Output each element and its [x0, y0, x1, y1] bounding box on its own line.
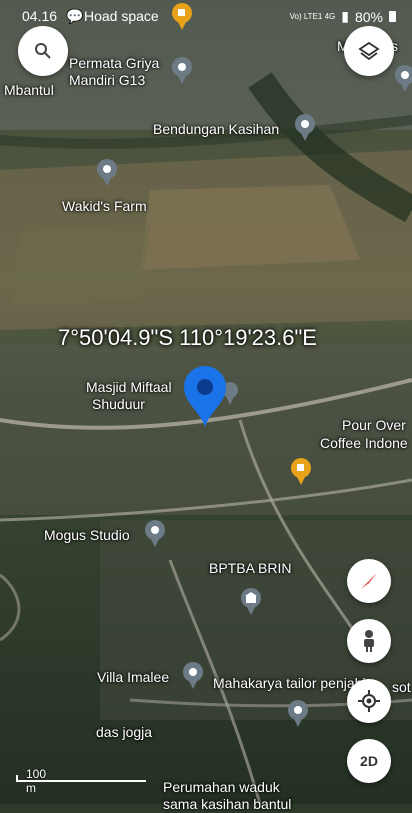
network-indicator: Vo) LTE1 4G: [289, 11, 336, 21]
layers-icon: [358, 41, 380, 61]
view-mode-label: 2D: [360, 753, 378, 769]
place-label-bptba-brin[interactable]: BPTBA BRIN: [209, 560, 291, 576]
chat-icon: 💬: [66, 8, 84, 24]
place-label-permata-line1: Permata Griya: [69, 55, 160, 71]
location-pin-icon[interactable]: [96, 158, 118, 186]
layers-button[interactable]: [344, 26, 394, 76]
status-time: 04.16: [22, 8, 58, 24]
compass-icon: [361, 573, 377, 589]
place-label-perumahan[interactable]: Perumahan waduk sama kasihan bantul: [163, 779, 291, 813]
battery-icon: [389, 11, 396, 22]
place-label-das-jogja[interactable]: das jogja: [96, 724, 152, 740]
place-label-masjid-line1: Masjid Miftaal: [86, 379, 172, 395]
signal-icon: ▮: [341, 8, 349, 24]
place-label-pour-over[interactable]: Pour Over Coffee Indone: [320, 416, 408, 452]
coffee-pin-icon[interactable]: [171, 2, 193, 30]
place-label-perumahan-line2: sama kasihan bantul: [163, 796, 292, 812]
street-view-icon: [364, 630, 374, 652]
location-pin-icon[interactable]: [182, 661, 204, 689]
status-bar: 04.16 💬 Hoad space Vo) LTE1 4G ▮ 80%: [0, 0, 412, 32]
my-location-icon: [358, 690, 380, 712]
place-label-mahakarya[interactable]: Mahakarya tailor penjahi: [213, 675, 366, 691]
coordinates-readout: 7°50'04.9"S 110°19'23.6"E: [58, 325, 317, 350]
place-label-mbantul[interactable]: Mbantul: [4, 82, 54, 98]
place-label-permata-line2: Mandiri G13: [69, 72, 146, 88]
place-label-sot[interactable]: sot: [392, 679, 411, 695]
selected-location-pin-icon[interactable]: [180, 363, 230, 429]
place-label-masjid[interactable]: Masjid Miftaal Shuduur: [86, 379, 172, 413]
view-mode-button[interactable]: 2D: [347, 739, 391, 783]
location-pin-icon[interactable]: [287, 699, 309, 727]
place-label-pour-over-line2: Coffee Indone: [320, 435, 408, 451]
street-view-button[interactable]: [347, 619, 391, 663]
coffee-pin-icon[interactable]: [290, 457, 312, 485]
location-pin-icon[interactable]: [294, 113, 316, 141]
place-label-pour-over-line1: Pour Over: [342, 417, 406, 433]
location-pin-icon[interactable]: [171, 56, 193, 84]
battery-percent: 80%: [354, 8, 383, 25]
my-location-button[interactable]: [347, 679, 391, 723]
place-label-wakids-farm[interactable]: Wakid's Farm: [62, 198, 147, 214]
place-label-perumahan-line1: Perumahan waduk: [163, 779, 280, 795]
location-pin-icon[interactable]: [394, 64, 412, 92]
place-label-bendungan[interactable]: Bendungan Kasihan: [153, 121, 279, 137]
search-icon: [35, 43, 51, 59]
place-label-mogus-studio[interactable]: Mogus Studio: [44, 527, 130, 543]
place-label-masjid-line2: Shuduur: [92, 396, 145, 412]
place-label-permata[interactable]: Permata Griya Mandiri G13: [69, 55, 159, 89]
place-label-villa-imalee[interactable]: Villa Imalee: [97, 669, 169, 685]
scale-bar: [16, 780, 146, 782]
compass-button[interactable]: [347, 559, 391, 603]
search-button[interactable]: [18, 26, 68, 76]
government-building-icon[interactable]: [240, 587, 262, 615]
location-pin-icon[interactable]: [144, 519, 166, 547]
status-notification: Hoad space: [84, 8, 159, 24]
